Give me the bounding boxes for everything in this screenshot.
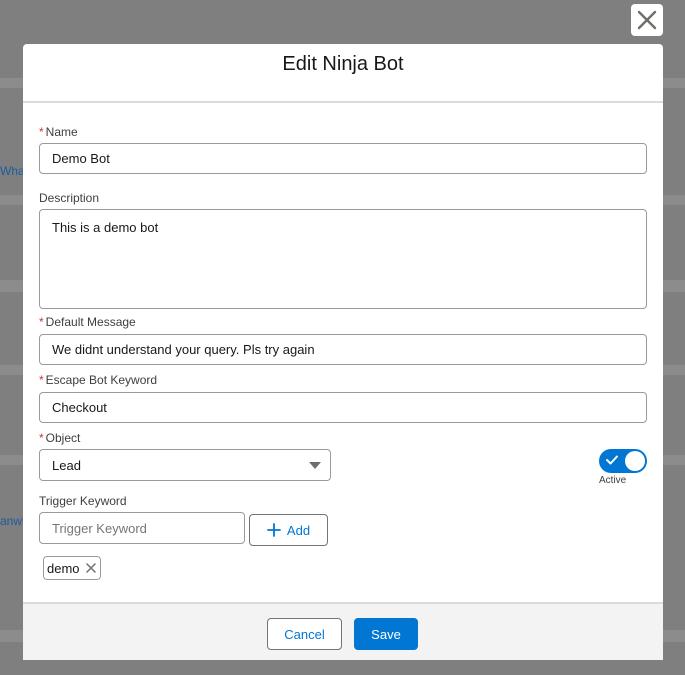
- description-textarea[interactable]: This is a demo bot: [39, 209, 647, 309]
- background-link: Wha: [0, 164, 25, 178]
- active-label: Active: [599, 475, 627, 486]
- add-icon: [267, 523, 281, 537]
- required-marker: *: [39, 373, 44, 387]
- modal-header: Edit Ninja Bot: [23, 44, 663, 103]
- default-message-label: * Default Message: [39, 315, 136, 329]
- name-label: * Name: [39, 125, 78, 139]
- modal-title: Edit Ninja Bot: [282, 52, 404, 75]
- keyword-pill: demo: [43, 556, 101, 580]
- chevron-down-icon: [309, 462, 321, 469]
- default-message-label-text: Default Message: [45, 315, 136, 329]
- close-button[interactable]: [631, 4, 663, 36]
- name-input[interactable]: [39, 143, 647, 174]
- object-label: * Object: [39, 431, 80, 445]
- escape-keyword-label: * Escape Bot Keyword: [39, 373, 157, 387]
- escape-keyword-input[interactable]: [39, 392, 647, 423]
- edit-bot-modal: Edit Ninja Bot *Name Description This is…: [23, 44, 663, 660]
- active-toggle[interactable]: [599, 449, 647, 473]
- required-marker: *: [39, 315, 44, 329]
- remove-keyword-button[interactable]: [85, 563, 96, 573]
- toggle-knob: [625, 451, 645, 471]
- default-message-input[interactable]: [39, 334, 647, 365]
- name-label-text: Name: [45, 125, 78, 139]
- cancel-button[interactable]: Cancel: [267, 618, 342, 650]
- modal-footer: Cancel Save: [23, 602, 663, 660]
- required-marker: *: [39, 125, 44, 139]
- close-icon: [85, 563, 96, 573]
- add-keyword-button[interactable]: Add: [249, 514, 328, 546]
- keyword-pill-label: demo: [47, 560, 80, 576]
- object-select-value: Lead: [52, 457, 81, 473]
- check-icon: [606, 455, 618, 465]
- trigger-keyword-input[interactable]: [39, 512, 245, 544]
- escape-keyword-label-text: Escape Bot Keyword: [45, 373, 158, 387]
- save-button[interactable]: Save: [354, 618, 418, 650]
- required-marker: *: [39, 431, 44, 445]
- description-label: Description: [39, 191, 100, 205]
- object-select[interactable]: Lead: [39, 449, 331, 481]
- close-icon: [637, 10, 657, 30]
- trigger-keyword-label: Trigger Keyword: [39, 494, 127, 508]
- object-label-text: Object: [45, 431, 81, 445]
- add-button-label: Add: [286, 522, 311, 538]
